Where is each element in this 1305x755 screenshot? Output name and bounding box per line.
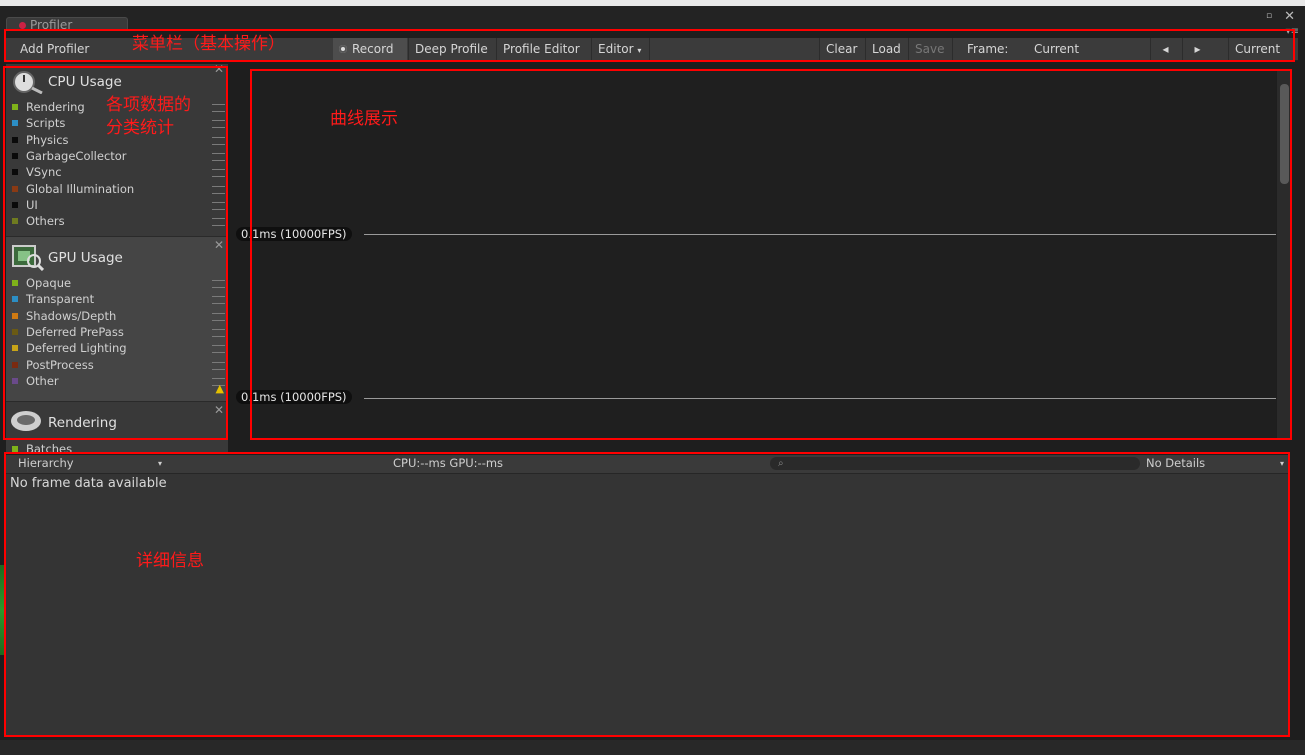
annotation-curve-display: 曲线展示 [330, 109, 398, 129]
annotation-details-info: 详细信息 [136, 551, 204, 571]
annotation-box-curves [250, 69, 1292, 440]
title-strip [0, 0, 1305, 6]
annotation-category-stats-line1: 各项数据的 [106, 95, 191, 115]
close-icon[interactable]: ✕ [1284, 10, 1295, 23]
profiler-icon [19, 22, 26, 29]
annotation-box-details [4, 452, 1290, 737]
annotation-menu-bar: 菜单栏（基本操作） [132, 34, 285, 54]
footer-strip [0, 740, 1305, 755]
maximize-icon[interactable]: ▫ [1266, 12, 1275, 21]
annotation-category-stats-line2: 分类统计 [106, 118, 174, 138]
